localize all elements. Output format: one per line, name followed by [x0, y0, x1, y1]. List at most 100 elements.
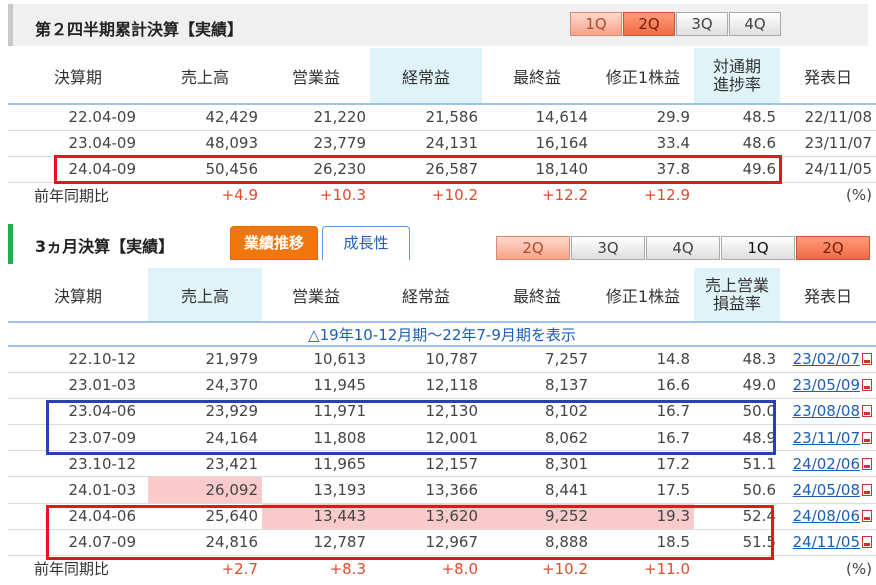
cell-operating-profit: 21,220 — [262, 104, 370, 131]
yoy-operating-profit: +8.3 — [329, 559, 366, 578]
quarter-button-2q[interactable]: 2Q — [623, 12, 675, 36]
cell-ordinary-profit: 12,001 — [370, 424, 482, 452]
cell-period: 23.10-12 — [8, 450, 148, 478]
header-net-profit: 最終益 — [482, 48, 592, 105]
cell-operating-profit: 13,443 — [262, 503, 370, 530]
section-quarterly-title: 3ヵ月決算【実績】 — [35, 237, 175, 256]
table-row: 24.07-09 24,816 12,787 12,967 8,888 18.5 51.5 2… — [8, 529, 876, 557]
header-ordinary-profit: 経常益 — [370, 48, 482, 105]
header-period: 決算期 — [8, 268, 148, 323]
release-date-link[interactable]: 24/11/05 — [793, 533, 860, 551]
cell-net-profit: 9,252 — [482, 503, 592, 530]
quarter-button-1q[interactable]: 1Q — [721, 236, 795, 260]
pdf-icon[interactable] — [862, 457, 872, 470]
cell-release-date: 22/11/08 — [780, 104, 876, 131]
quarter-button-3q[interactable]: 3Q — [571, 236, 645, 260]
release-date-link[interactable]: 23/05/09 — [793, 376, 860, 394]
quarter-button-4q[interactable]: 4Q — [729, 12, 781, 36]
cell-ordinary-profit: 26,587 — [370, 156, 482, 183]
cell-sales: 48,093 — [148, 130, 262, 157]
yoy-operating-profit: +10.3 — [320, 186, 366, 205]
cell-ordinary-profit: 13,620 — [370, 503, 482, 530]
table-row: 22.04-09 42,429 21,220 21,586 14,614 29.… — [8, 104, 876, 131]
tab-growth[interactable]: 成長性 — [322, 226, 410, 260]
yoy-row: 前年同期比 +2.7 +8.3 +8.0 +10.2 +11.0 (%) — [8, 556, 876, 582]
yoy-net-profit: +10.2 — [542, 559, 588, 578]
quarter-button-1q[interactable]: 1Q — [570, 12, 622, 36]
show-earlier-periods-row: △19年10-12月期～22年7-9月期を表示 — [8, 322, 876, 347]
quarter-button-group-2: 2Q 3Q 4Q 1Q 2Q — [496, 236, 871, 260]
cell-ordinary-profit: 21,586 — [370, 104, 482, 131]
cell-operating-margin: 48.3 — [694, 346, 780, 373]
pdf-icon[interactable] — [862, 510, 872, 523]
quarter-button-2q[interactable]: 2Q — [796, 236, 870, 260]
header-release-date: 発表日 — [780, 48, 876, 105]
quarter-button-4q[interactable]: 4Q — [646, 236, 720, 260]
pdf-icon[interactable] — [862, 379, 872, 392]
yoy-unit: (%) — [846, 186, 872, 205]
table-row: 23.07-09 24,164 11,808 12,001 8,062 16.7 48.9 2… — [8, 424, 876, 452]
cell-eps: 16.7 — [592, 398, 694, 426]
quarter-button-2q-prev[interactable]: 2Q — [496, 236, 570, 260]
cell-period: 23.04-06 — [8, 398, 148, 426]
table-row: 23.01-03 24,370 11,945 12,118 8,137 16.6 49.0 2… — [8, 372, 876, 399]
cell-sales: 23,929 — [148, 398, 262, 426]
yoy-unit: (%) — [846, 559, 872, 578]
cell-ordinary-profit: 12,967 — [370, 529, 482, 557]
section-q2-cumulative-title: 第２四半期累計決算【実績】 — [35, 20, 244, 39]
header-ordinary-profit: 経常益 — [370, 268, 482, 323]
table-row: 22.10-12 21,979 10,613 10,787 7,257 14.8 48.3 2… — [8, 346, 876, 373]
cell-eps: 16.7 — [592, 424, 694, 452]
release-date-link[interactable]: 24/08/06 — [793, 507, 860, 525]
cell-net-profit: 8,102 — [482, 398, 592, 426]
cell-net-profit: 8,301 — [482, 450, 592, 478]
table-row: 23.10-12 23,421 11,965 12,157 8,301 17.2 51.1 2… — [8, 450, 876, 478]
header-net-profit: 最終益 — [482, 268, 592, 323]
cell-operating-margin: 52.4 — [694, 503, 780, 530]
cell-operating-margin: 49.0 — [694, 372, 780, 399]
header-sales: 売上高 — [148, 268, 262, 323]
yoy-ordinary-profit: +10.2 — [432, 186, 478, 205]
cell-sales: 25,640 — [148, 503, 262, 530]
cell-period: 24.04-09 — [8, 156, 148, 183]
cell-eps: 14.8 — [592, 346, 694, 373]
pdf-icon[interactable] — [862, 431, 872, 444]
cell-operating-profit: 26,230 — [262, 156, 370, 183]
cell-operating-margin: 50.6 — [694, 476, 780, 504]
cell-operating-margin: 51.1 — [694, 450, 780, 478]
pdf-icon[interactable] — [862, 536, 872, 549]
table-header-row: 決算期 売上高 営業益 経常益 最終益 修正1株益 売上営業 損益率 発表日 — [8, 268, 876, 323]
cell-operating-profit: 12,787 — [262, 529, 370, 557]
show-earlier-periods-link[interactable]: △19年10-12月期～22年7-9月期を表示 — [308, 326, 576, 344]
header-sales: 売上高 — [148, 48, 262, 105]
quarterly-table: 決算期 売上高 営業益 経常益 最終益 修正1株益 売上営業 損益率 発表日 △… — [8, 268, 876, 582]
cell-progress-rate: 48.5 — [694, 104, 780, 131]
table-header-row: 決算期 売上高 営業益 経常益 最終益 修正1株益 対通期 進捗率 発表日 — [8, 48, 876, 105]
cell-sales: 24,164 — [148, 424, 262, 452]
cell-net-profit: 8,888 — [482, 529, 592, 557]
release-date-link[interactable]: 24/02/06 — [793, 455, 860, 473]
release-date-link[interactable]: 24/05/08 — [793, 481, 860, 499]
release-date-link[interactable]: 23/08/08 — [793, 402, 860, 420]
pdf-icon[interactable] — [862, 405, 872, 418]
quarter-button-3q[interactable]: 3Q — [676, 12, 728, 36]
quarter-button-group-1: 1Q 2Q 3Q 4Q — [570, 12, 782, 36]
cell-net-profit: 18,140 — [482, 156, 592, 183]
cell-sales: 21,979 — [148, 346, 262, 373]
table-row: 24.04-09 50,456 26,230 26,587 18,140 37.… — [8, 156, 876, 183]
cell-eps: 17.5 — [592, 476, 694, 504]
tab-performance-trend[interactable]: 業績推移 — [230, 226, 318, 260]
cell-eps: 37.8 — [592, 156, 694, 183]
cell-progress-rate: 48.6 — [694, 130, 780, 157]
cell-eps: 19.3 — [592, 503, 694, 530]
release-date-link[interactable]: 23/11/07 — [793, 429, 860, 447]
cell-sales: 23,421 — [148, 450, 262, 478]
release-date-link[interactable]: 23/02/07 — [793, 350, 860, 368]
cell-ordinary-profit: 12,157 — [370, 450, 482, 478]
cell-period: 22.04-09 — [8, 104, 148, 131]
cell-sales: 26,092 — [148, 476, 262, 504]
pdf-icon[interactable] — [862, 353, 872, 366]
cell-period: 22.10-12 — [8, 346, 148, 373]
pdf-icon[interactable] — [862, 484, 872, 497]
cell-eps: 18.5 — [592, 529, 694, 557]
